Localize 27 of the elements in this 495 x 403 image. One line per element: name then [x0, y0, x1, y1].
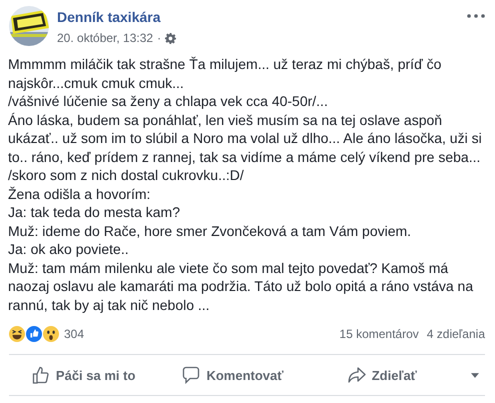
share-count[interactable]: 4 zdieľania	[426, 327, 485, 341]
separator: ·	[157, 31, 162, 45]
post-text: Muž: tam mám milenku ale viete čo som mal tejto povedať? Kamoš má naozaj oslavu ale kamaráti ma podržia. Táto už bolo opitá a ráno vstáva na rannú, tak by aj tak nič nebolo ...	[8, 258, 474, 314]
share-button[interactable]: Zdieľať	[308, 359, 457, 391]
caret-icon[interactable]	[470, 372, 479, 378]
post-text: Muž: ideme do Rače, hore smer Zvončeková a tam Vám poviem.	[8, 222, 412, 240]
share-arrow-icon	[348, 366, 366, 384]
post-text: /vášnivé lúčenie sa ženy a chlapa vek cca 40-50r/...	[8, 92, 329, 110]
post-text: /skoro som z nich dostal cukrovku..:D/	[8, 166, 245, 184]
post-date[interactable]: 20. október, 13:32	[57, 31, 154, 45]
settings-icon	[165, 32, 176, 44]
comment-button[interactable]: Komentovať	[158, 359, 308, 391]
like-button[interactable]: Páči sa mi to	[9, 359, 158, 391]
author-name[interactable]: Denník taxikára	[57, 8, 467, 26]
post-text: Žena odišla a hovorím:	[8, 184, 152, 203]
speech-bubble-icon	[182, 366, 200, 384]
more-options-icon[interactable]	[467, 14, 485, 18]
thumbs-up-icon[interactable]	[26, 326, 42, 342]
post-text: Mmmmm miláčik tak strašne Ťa milujem... už teraz mi chýbaš, príď čo najskôr...cmuk cmuk cmuk...	[8, 55, 442, 92]
post-text: Ja: tak teda do mesta kam?	[8, 203, 181, 222]
thumbs-up-icon	[32, 366, 50, 384]
reaction-count[interactable]: 304	[64, 327, 84, 341]
laughing-face-icon[interactable]	[9, 326, 25, 342]
surprised-face-icon[interactable]	[43, 326, 59, 342]
post-text: Ja: ok ako poviete..	[8, 240, 130, 258]
post-text: Áno láska, budem sa ponáhlať, len vieš musím sa na tej oslave aspoň ukázať.. už som im to slúbil a Noro ma volal už dlho... Ale áno lásočka, uži si to.. ráno, keď prídem z rannej, tak sa vidíme a máme celý víkend pre seba...	[8, 110, 483, 166]
comment-count[interactable]: 15 komentárov	[339, 327, 419, 341]
